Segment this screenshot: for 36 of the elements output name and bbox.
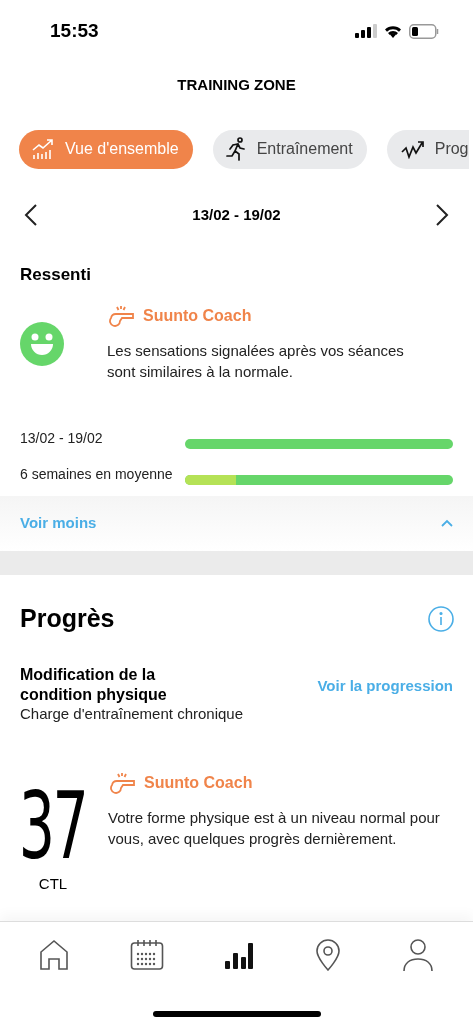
progression-link[interactable]: Voir la progression bbox=[317, 674, 453, 723]
battery-icon bbox=[409, 23, 439, 39]
status-time: 15:53 bbox=[50, 18, 99, 43]
coach-name: Suunto Coach bbox=[143, 305, 252, 326]
whistle-icon bbox=[108, 771, 136, 794]
period-label: 13/02 - 19/02 bbox=[192, 204, 281, 225]
calendar-icon[interactable] bbox=[130, 939, 165, 971]
bar-chart-icon[interactable] bbox=[225, 941, 254, 969]
screen-title: TRAINING ZONE bbox=[177, 74, 296, 95]
tab[interactable]: Prog bbox=[386, 129, 469, 169]
next-icon[interactable] bbox=[435, 204, 449, 226]
metric-subtitle: Charge d'entraînement chronique bbox=[20, 704, 243, 723]
smiley-icon bbox=[20, 321, 64, 366]
tab[interactable]: Vue d'ensemble bbox=[19, 129, 193, 169]
whistle-icon bbox=[107, 304, 135, 327]
tab[interactable]: Entraînement bbox=[212, 129, 367, 169]
bar-label: 6 semaines en moyenne bbox=[20, 465, 173, 484]
coach-name: Suunto Coach bbox=[144, 772, 253, 793]
previous-icon[interactable] bbox=[24, 204, 38, 226]
section-title: Progrès bbox=[20, 602, 115, 634]
coach-message: Votre forme physique est à un niveau normal pour vous, avec quelques progrès dernièrement. bbox=[108, 807, 441, 849]
home-icon[interactable] bbox=[38, 939, 69, 971]
section-title: Ressenti bbox=[20, 265, 91, 284]
wifi-icon bbox=[383, 24, 403, 38]
bar-label: 13/02 - 19/02 bbox=[20, 429, 103, 448]
signal-icon bbox=[355, 24, 377, 38]
runner-icon bbox=[224, 137, 247, 161]
chart-trend-icon bbox=[31, 138, 55, 160]
metric-value: 37 bbox=[19, 784, 87, 869]
coach-message: Les sensations signalées après vos séances sont similaires à la normale. bbox=[107, 340, 405, 382]
profile-icon[interactable] bbox=[402, 938, 435, 972]
zigzag-trend-icon bbox=[400, 139, 425, 159]
location-pin-icon[interactable] bbox=[314, 939, 341, 971]
chevron-icon bbox=[441, 519, 453, 527]
metric-title: Modification de la condition physique bbox=[20, 664, 168, 705]
metric-unit: CTL bbox=[38, 873, 68, 894]
